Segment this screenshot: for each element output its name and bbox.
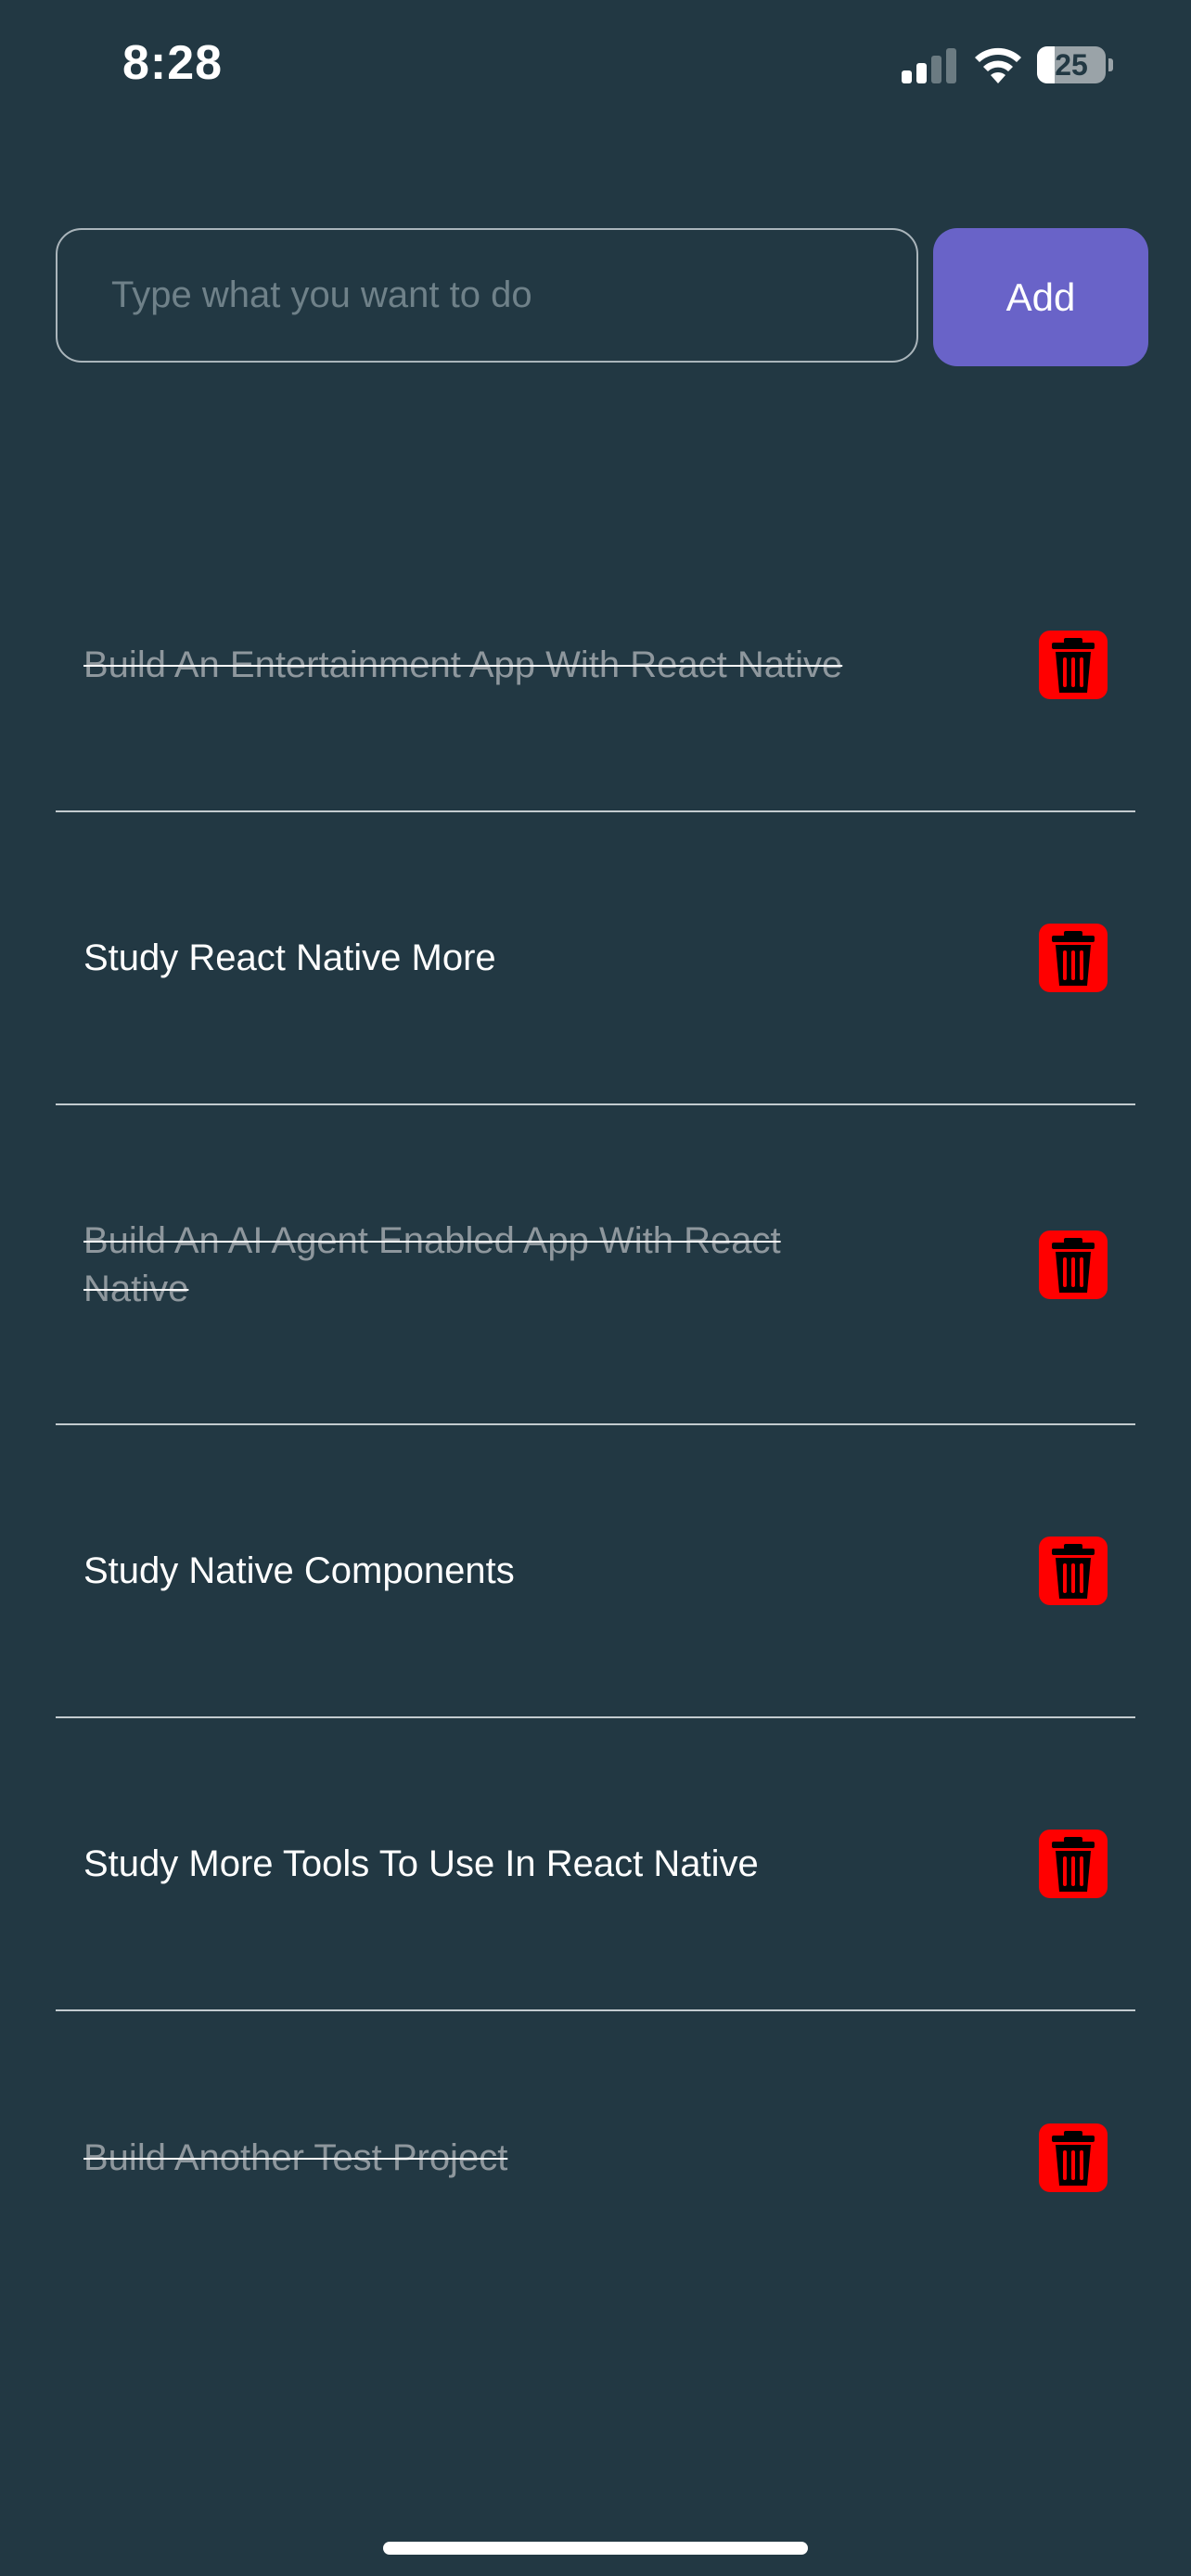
status-bar: 8:28 25 (0, 0, 1191, 139)
task-item[interactable]: Study More Tools To Use In React Native (56, 1718, 1135, 2011)
task-input[interactable] (56, 228, 918, 363)
trash-icon (1052, 931, 1095, 986)
task-item[interactable]: Build An Entertainment App With React Na… (56, 519, 1135, 812)
wifi-icon (975, 47, 1021, 83)
task-text[interactable]: Study React Native More (83, 934, 881, 982)
delete-button[interactable] (1039, 924, 1108, 992)
trash-icon (1052, 638, 1095, 693)
task-text[interactable]: Study More Tools To Use In React Native (83, 1840, 881, 1888)
trash-icon (1052, 1237, 1095, 1293)
delete-button[interactable] (1039, 1230, 1108, 1299)
task-item[interactable]: Study Native Components (56, 1425, 1135, 1718)
battery-level: 25 (1055, 48, 1088, 82)
task-text[interactable]: Build An Entertainment App With React Na… (83, 641, 881, 689)
task-text[interactable]: Build An AI Agent Enabled App With React… (83, 1217, 881, 1313)
task-text[interactable]: Build Another Test Project (83, 2134, 881, 2182)
task-item[interactable]: Build Another Test Project (56, 2011, 1135, 2304)
battery-cap (1108, 58, 1113, 71)
delete-button[interactable] (1039, 2123, 1108, 2192)
delete-button[interactable] (1039, 631, 1108, 699)
home-indicator[interactable] (383, 2542, 808, 2555)
battery-indicator: 25 (1037, 46, 1115, 83)
battery-body: 25 (1037, 46, 1106, 83)
status-time: 8:28 (122, 36, 224, 90)
cellular-signal-icon (902, 48, 956, 83)
task-item[interactable]: Build An AI Agent Enabled App With React… (56, 1105, 1135, 1425)
trash-icon (1052, 1837, 1095, 1892)
task-item[interactable]: Study React Native More (56, 812, 1135, 1105)
task-text[interactable]: Study Native Components (83, 1547, 881, 1595)
add-task-row: Add (56, 228, 1148, 366)
task-list: Build An Entertainment App With React Na… (56, 519, 1135, 2304)
trash-icon (1052, 2131, 1095, 2186)
delete-button[interactable] (1039, 1537, 1108, 1605)
trash-icon (1052, 1544, 1095, 1599)
add-button[interactable]: Add (933, 228, 1148, 366)
delete-button[interactable] (1039, 1830, 1108, 1898)
